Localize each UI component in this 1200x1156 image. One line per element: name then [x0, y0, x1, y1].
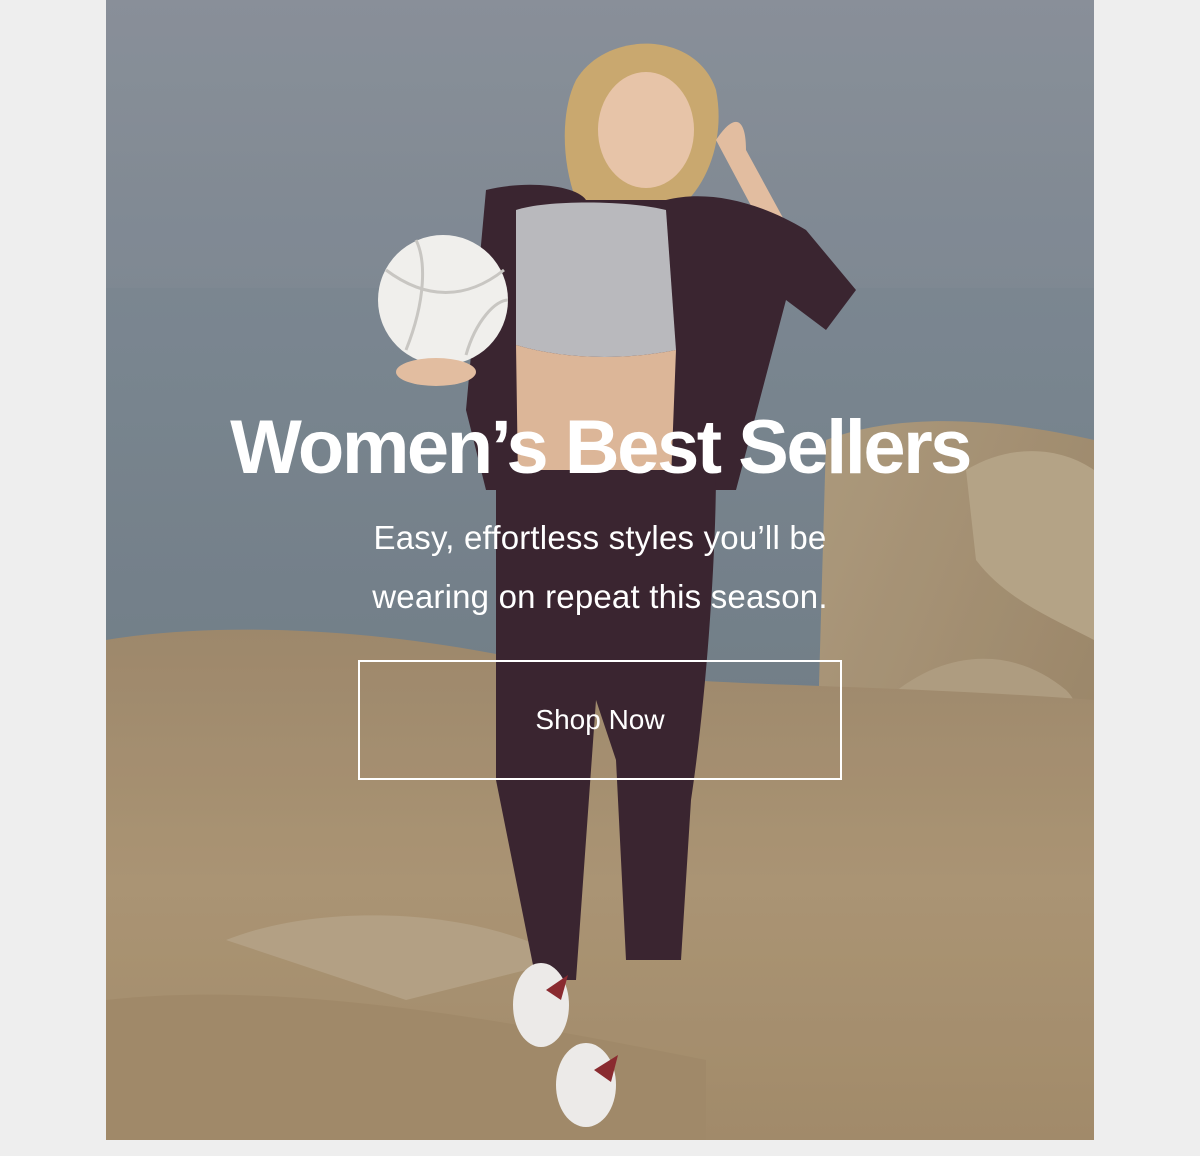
hero-subcopy-line-1: Easy, effortless styles you’ll be [373, 519, 827, 556]
hero-copy: Women’s Best Sellers Easy, effortless st… [106, 0, 1094, 1140]
hero-headline: Women’s Best Sellers [230, 405, 972, 490]
hero-banner[interactable]: Women’s Best Sellers Easy, effortless st… [106, 0, 1094, 1140]
hero-subcopy: Easy, effortless styles you’ll be wearin… [350, 508, 850, 626]
shop-now-button[interactable]: Shop Now [358, 660, 842, 780]
hero-subcopy-line-2: wearing on repeat this season. [372, 578, 828, 615]
